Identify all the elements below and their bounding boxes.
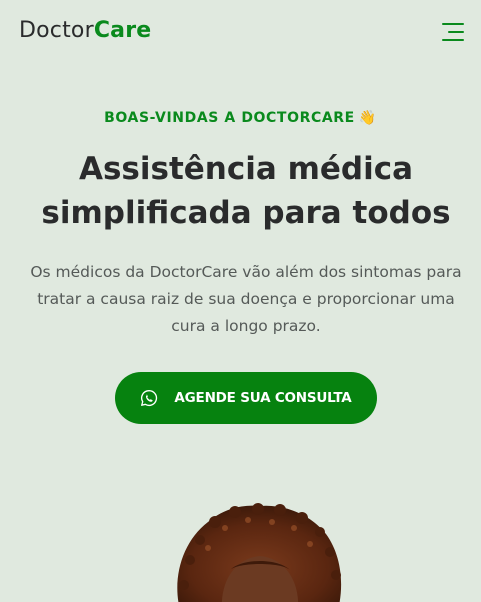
hero-description: Os médicos da DoctorCare vão além dos si…	[30, 263, 462, 335]
welcome-eyebrow: BOAS-VINDAS A DOCTORCARE 👋	[0, 110, 481, 126]
menu-line	[448, 31, 464, 33]
waving-hand-icon: 👋	[358, 110, 377, 126]
doctor-photo	[177, 503, 342, 602]
menu-line	[442, 39, 464, 41]
hamburger-menu-icon[interactable]	[440, 22, 464, 42]
title-line-2: simplificada para todos	[41, 195, 451, 231]
cta-label: AGENDE SUA CONSULTA	[174, 390, 352, 406]
landing-page: DoctorCare BOAS-VINDAS A DOCTORCARE 👋 Ass…	[0, 0, 481, 602]
logo-care: Care	[93, 18, 152, 43]
menu-line	[442, 23, 464, 25]
schedule-appointment-button[interactable]: AGENDE SUA CONSULTA	[115, 372, 377, 424]
title-line-1: Assistência médica	[78, 151, 414, 187]
logo[interactable]: DoctorCare	[19, 17, 151, 45]
logo-doctor: Doctor	[19, 18, 94, 43]
eyebrow-text: BOAS-VINDAS A DOCTORCARE	[104, 110, 355, 126]
page-title: Assistência médica simplificada para tod…	[20, 147, 472, 235]
whatsapp-icon	[141, 389, 158, 407]
